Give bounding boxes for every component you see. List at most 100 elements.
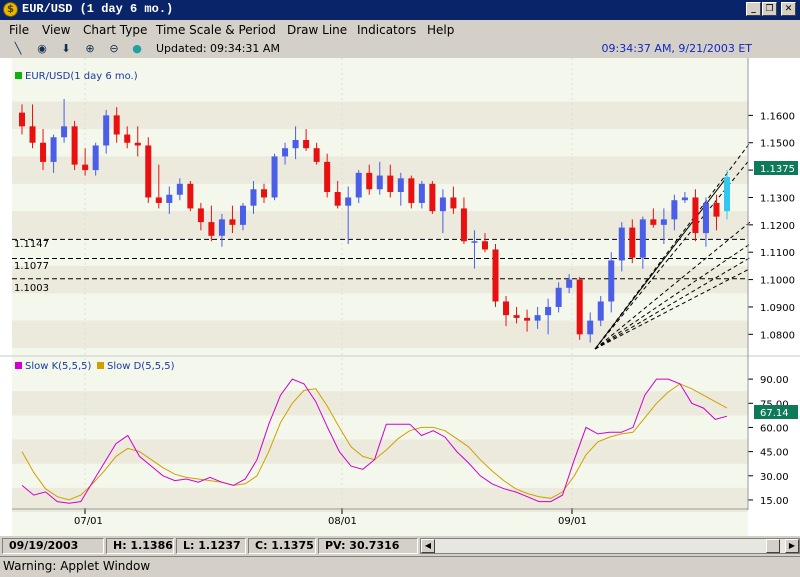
candle-body bbox=[261, 189, 268, 198]
candle-body bbox=[250, 189, 257, 206]
status-date: 09/19/2003 bbox=[2, 538, 104, 554]
price-tick-label: 1.0900 bbox=[760, 303, 795, 314]
candle-body bbox=[492, 249, 499, 302]
price-chart[interactable]: 1.16001.15001.14001.13001.12001.11001.10… bbox=[0, 58, 800, 536]
zoom-out-icon[interactable]: ⊖ bbox=[106, 41, 122, 57]
price-band bbox=[12, 101, 748, 130]
price-band bbox=[12, 211, 748, 239]
candle-body bbox=[450, 197, 457, 209]
candle-body bbox=[376, 175, 383, 190]
candle-body bbox=[313, 148, 320, 162]
candle-body bbox=[481, 241, 488, 250]
menu-help[interactable]: Help bbox=[427, 23, 454, 37]
status-bar: 09/19/2003 H: 1.1386 L: 1.1237 C: 1.1375… bbox=[0, 536, 800, 556]
candle-body bbox=[40, 142, 47, 162]
candle-body bbox=[50, 137, 57, 162]
menu-indicators[interactable]: Indicators bbox=[357, 23, 416, 37]
crosshair-icon[interactable]: ◉ bbox=[34, 41, 50, 57]
candle-body bbox=[271, 156, 278, 198]
window-title: EUR/USD (1 day 6 mo.) bbox=[22, 2, 174, 16]
candle-body bbox=[566, 279, 573, 288]
warning-text: Warning: Applet Window bbox=[3, 559, 151, 573]
candle-body bbox=[713, 202, 720, 217]
candle-body bbox=[724, 176, 730, 212]
candle-body bbox=[418, 183, 425, 203]
menu-bar: File View Chart Type Time Scale & Period… bbox=[0, 20, 800, 40]
slow-k-swatch bbox=[15, 362, 22, 369]
candle-body bbox=[692, 197, 699, 234]
candle-body bbox=[113, 115, 120, 135]
candle-body bbox=[345, 197, 352, 206]
hline-label-3: 1.1003 bbox=[14, 283, 49, 294]
candle-body bbox=[639, 219, 646, 258]
menu-view[interactable]: View bbox=[42, 23, 70, 37]
candle-body bbox=[229, 219, 236, 225]
candle-body bbox=[471, 241, 478, 243]
candle-body bbox=[503, 301, 510, 316]
candle-body bbox=[303, 140, 310, 149]
price-tick-label: 1.1600 bbox=[760, 111, 795, 122]
candle-body bbox=[650, 219, 657, 225]
price-band bbox=[12, 320, 748, 348]
status-pv: PV: 30.7316 bbox=[318, 538, 418, 554]
zoom-in-icon[interactable]: ⊕ bbox=[82, 41, 98, 57]
toolbar: ╲ ◉ ⬇ ⊕ ⊖ ● Updated: 09:34:31 AM 09:34:3… bbox=[0, 40, 800, 58]
slow-k-legend: Slow K(5,5,5) bbox=[25, 361, 92, 372]
chart-area[interactable]: 1.16001.15001.14001.13001.12001.11001.10… bbox=[0, 58, 800, 536]
legend-swatch bbox=[15, 72, 22, 79]
warning-bar: Warning: Applet Window bbox=[0, 556, 800, 577]
candle-body bbox=[334, 192, 341, 206]
candle-body bbox=[366, 172, 373, 190]
arrow-down-icon[interactable]: ⬇ bbox=[58, 41, 74, 57]
candle-body bbox=[545, 306, 552, 316]
candle-body bbox=[19, 112, 25, 127]
candle-body bbox=[71, 126, 78, 165]
osc-tick-label: 15.00 bbox=[760, 496, 789, 507]
osc-tick-label: 45.00 bbox=[760, 448, 789, 459]
candle-body bbox=[82, 164, 89, 171]
candle-body bbox=[282, 148, 289, 157]
price-legend: EUR/USD(1 day 6 mo.) bbox=[25, 71, 138, 82]
candle-body bbox=[124, 134, 131, 143]
slow-d-swatch bbox=[97, 362, 104, 369]
candle-body bbox=[671, 200, 678, 220]
minimize-button[interactable]: _ bbox=[746, 2, 761, 16]
candle-body bbox=[576, 279, 583, 335]
candle-body bbox=[534, 315, 541, 321]
status-low: L: 1.1237 bbox=[176, 538, 246, 554]
candle-body bbox=[629, 227, 636, 258]
hline-label-1: 1.1147 bbox=[14, 239, 49, 250]
candle-body bbox=[439, 197, 446, 212]
osc-band bbox=[12, 487, 748, 513]
osc-tick-label: 60.00 bbox=[760, 423, 789, 434]
scroll-right-icon[interactable]: ▶ bbox=[785, 539, 799, 553]
candle-body bbox=[218, 219, 225, 236]
globe-icon[interactable]: ● bbox=[129, 41, 145, 57]
last-price-value: 1.1375 bbox=[760, 164, 795, 175]
candle-body bbox=[681, 197, 688, 201]
candle-body bbox=[608, 260, 615, 302]
maximize-button[interactable]: ❐ bbox=[762, 2, 777, 16]
price-tick-label: 1.1200 bbox=[760, 221, 795, 232]
price-tick-label: 1.1100 bbox=[760, 248, 795, 259]
date-label-jul: 07/01 bbox=[74, 516, 103, 527]
date-label-aug: 08/01 bbox=[328, 516, 357, 527]
draw-line-icon[interactable]: ╲ bbox=[10, 41, 26, 57]
candle-body bbox=[176, 183, 183, 195]
candle-body bbox=[408, 178, 415, 203]
candle-body bbox=[134, 142, 141, 146]
updated-time: Updated: 09:34:31 AM bbox=[156, 42, 280, 55]
menu-file[interactable]: File bbox=[9, 23, 29, 37]
menu-chart-type[interactable]: Chart Type bbox=[83, 23, 147, 37]
candle-body bbox=[166, 194, 173, 203]
scroll-left-icon[interactable]: ◀ bbox=[421, 539, 435, 553]
close-button[interactable]: ✕ bbox=[781, 2, 796, 16]
menu-draw-line[interactable]: Draw Line bbox=[287, 23, 347, 37]
price-band bbox=[12, 265, 748, 294]
scroll-thumb[interactable] bbox=[766, 539, 780, 553]
candle-body bbox=[292, 140, 299, 149]
candle-body bbox=[460, 208, 467, 242]
horizontal-scrollbar[interactable]: ◀ ▶ bbox=[420, 538, 800, 554]
candle-body bbox=[597, 301, 604, 321]
menu-time-scale[interactable]: Time Scale & Period bbox=[156, 23, 276, 37]
